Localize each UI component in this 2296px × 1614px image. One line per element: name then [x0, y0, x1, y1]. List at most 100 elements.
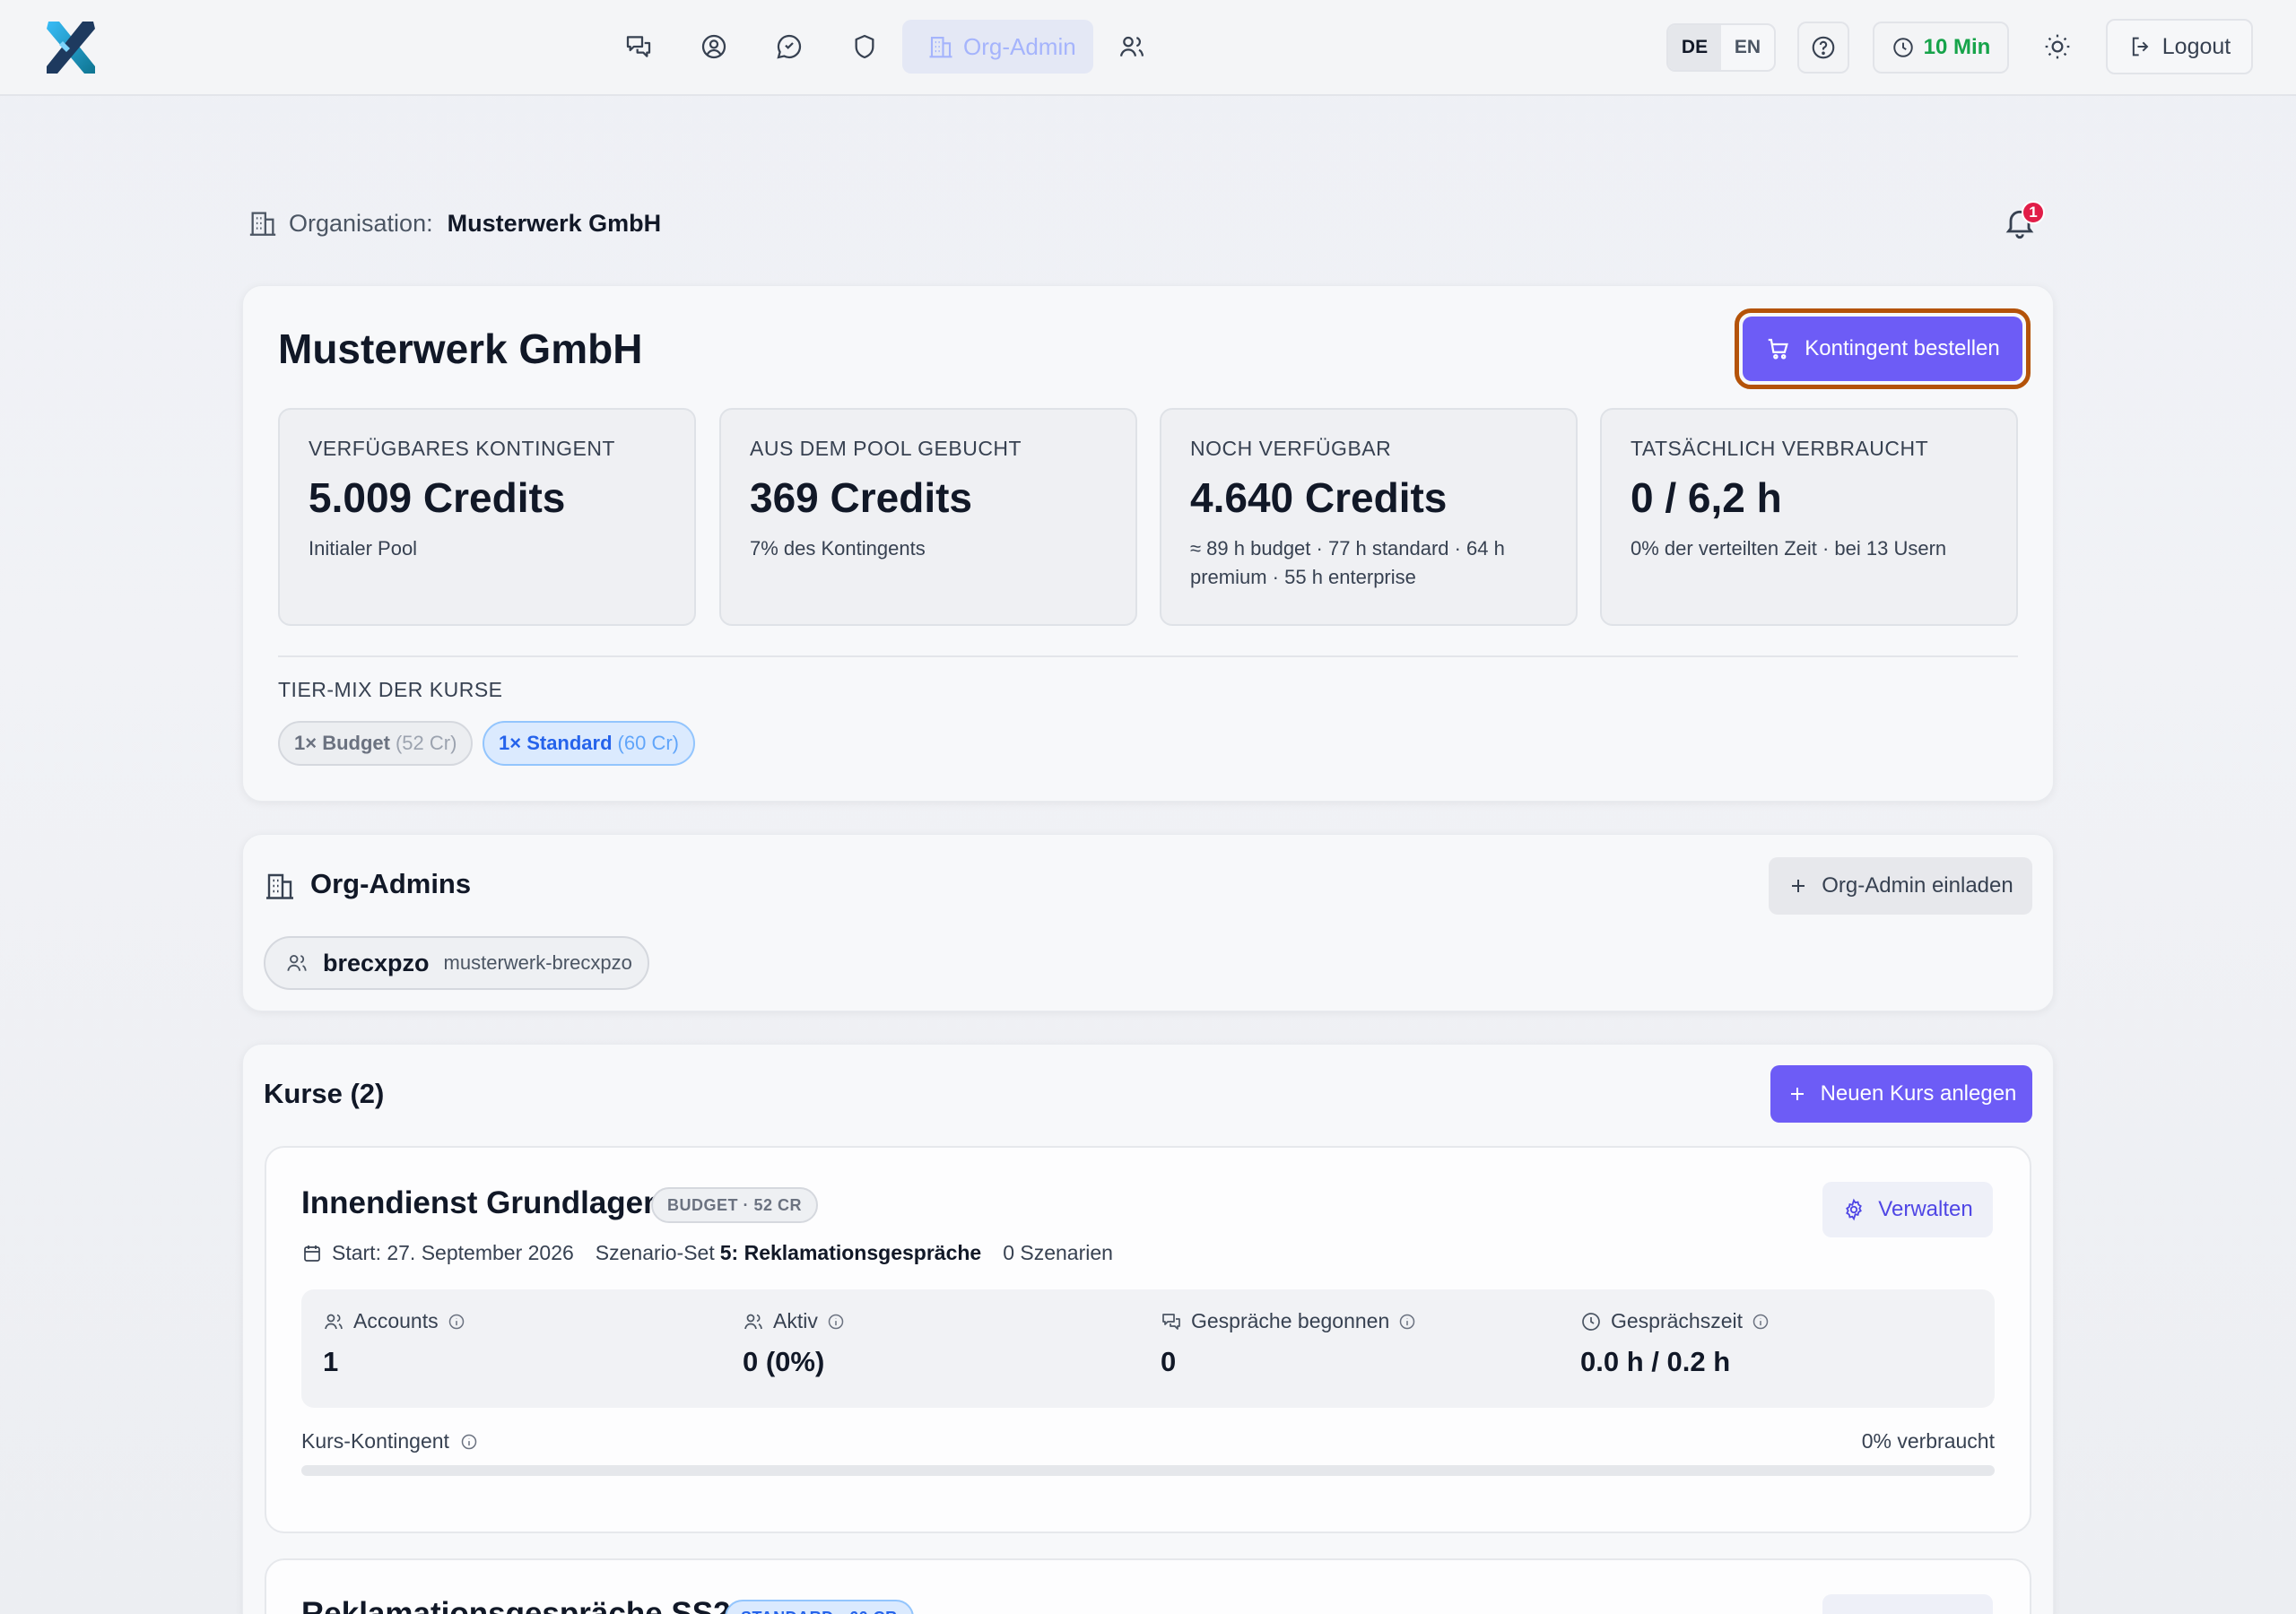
metric-label: Aktiv	[773, 1309, 818, 1332]
metric-label: Gespräche begonnen	[1191, 1309, 1390, 1332]
top-navigation-bar: Org-Admin DE EN 10 Min Logout	[0, 0, 2296, 96]
building-icon	[927, 33, 954, 60]
scenario-set-value: 5: Reklamationsgespräche	[719, 1241, 982, 1264]
order-quota-label: Kontingent bestellen	[1805, 336, 2000, 360]
courses-title-text: Kurse (2)	[264, 1078, 385, 1109]
metric-value: 0 (0%)	[743, 1346, 825, 1377]
stat-label: AUS DEM POOL GEBUCHT	[750, 437, 1022, 460]
info-icon[interactable]	[460, 1433, 478, 1451]
info-icon[interactable]	[1398, 1313, 1416, 1331]
metric-value: 0.0 h / 0.2 h	[1580, 1346, 1731, 1377]
notification-count-badge: 1	[2022, 201, 2045, 224]
invite-org-admin-label: Org-Admin einladen	[1822, 873, 2013, 898]
stat-subtext: 7% des Kontingents	[750, 537, 926, 560]
stat-pool-booked: AUS DEM POOL GEBUCHT 369 Credits 7% des …	[719, 408, 1137, 626]
course-tier-badge: STANDARD · 60 CR	[725, 1600, 914, 1614]
chat-icon[interactable]	[617, 27, 660, 66]
course-quota-used: 0% verbraucht	[1861, 1429, 1995, 1453]
course-tier-badge: BUDGET · 52 CR	[651, 1187, 819, 1223]
course-quota-label: Kurs-Kontingent	[301, 1429, 449, 1453]
tier-pill-standard: 1× Standard (60 Cr)	[483, 721, 695, 766]
focus-ring: Kontingent bestellen	[1735, 308, 2031, 389]
order-quota-button[interactable]: Kontingent bestellen	[1743, 317, 2022, 381]
admin-username: brecxpzo	[323, 949, 430, 976]
summary-title: Musterwerk GmbH	[278, 325, 643, 372]
admin-user-chip[interactable]: brecxpzo musterwerk-brecxpzo	[264, 936, 649, 990]
logout-button[interactable]: Logout	[2106, 19, 2253, 74]
user-circle-icon[interactable]	[692, 27, 735, 66]
language-switch: DE EN	[1666, 23, 1776, 72]
scenario-count: 0 Szenarien	[1003, 1241, 1113, 1264]
plus-icon	[1787, 875, 1809, 897]
metric-value: 0	[1161, 1346, 1177, 1377]
nav-org-admin[interactable]: Org-Admin	[902, 20, 1093, 74]
tier-mix-label: TIER-MIX DER KURSE	[278, 678, 503, 701]
users-icon	[323, 1311, 344, 1332]
tier-pill-credits: (52 Cr)	[395, 732, 457, 754]
timer-value: 10 Min	[1923, 35, 1991, 59]
stat-label: NOCH VERFÜGBAR	[1190, 437, 1392, 460]
stat-value: 5.009 Credits	[309, 474, 566, 521]
admin-login: musterwerk-brecxpzo	[443, 951, 632, 974]
metric-accounts: Accounts 1	[323, 1289, 465, 1378]
new-course-label: Neuen Kurs anlegen	[1820, 1081, 2017, 1106]
gear-icon	[1842, 1198, 1866, 1221]
stat-value: 369 Credits	[750, 474, 973, 521]
divider	[278, 655, 2018, 657]
courses-title: Kurse (2)	[264, 1078, 384, 1110]
metric-value: 1	[323, 1346, 339, 1377]
lang-en[interactable]: EN	[1721, 25, 1774, 70]
course-name: Innendienst Grundlagen	[301, 1185, 663, 1220]
lang-de[interactable]: DE	[1668, 25, 1721, 70]
organisation-name: Musterwerk GmbH	[447, 209, 662, 237]
metric-label: Gesprächszeit	[1611, 1309, 1744, 1332]
chat-icon	[1161, 1311, 1182, 1332]
stat-actually-used: TATSÄCHLICH VERBRAUCHT 0 / 6,2 h 0% der …	[1600, 408, 2018, 626]
scenario-set-label: Szenario-Set	[595, 1241, 715, 1264]
cart-icon	[1765, 335, 1792, 362]
stat-subtext: ≈ 89 h budget · 77 h standard · 64 h pre…	[1190, 537, 1505, 588]
stat-available-quota: VERFÜGBARES KONTINGENT 5.009 Credits Ini…	[278, 408, 696, 626]
tier-pill-main: 1× Budget	[294, 732, 390, 754]
stat-label: TATSÄCHLICH VERBRAUCHT	[1631, 437, 1929, 460]
clock-icon	[1892, 36, 1915, 59]
shield-icon[interactable]	[843, 27, 886, 66]
message-icon[interactable]	[768, 27, 811, 66]
clock-icon	[1580, 1311, 1602, 1332]
info-icon[interactable]	[448, 1313, 465, 1331]
metric-conversation-time: Gesprächszeit 0.0 h / 0.2 h	[1580, 1289, 1770, 1378]
invite-org-admin-button[interactable]: Org-Admin einladen	[1769, 857, 2032, 915]
stat-subtext: Initialer Pool	[309, 537, 418, 560]
plus-icon	[1787, 1083, 1808, 1105]
stat-value: 0 / 6,2 h	[1631, 474, 1782, 521]
course-metrics: Accounts 1 Aktiv 0 (0%) Gespräche begonn…	[301, 1289, 1995, 1408]
theme-toggle-sun-icon[interactable]	[2036, 27, 2079, 66]
metric-label: Accounts	[353, 1309, 439, 1332]
users-icon[interactable]	[1110, 27, 1153, 66]
help-button[interactable]	[1797, 22, 1849, 74]
stat-value: 4.640 Credits	[1190, 474, 1448, 521]
session-timer[interactable]: 10 Min	[1873, 22, 2009, 74]
stat-still-available: NOCH VERFÜGBAR 4.640 Credits ≈ 89 h budg…	[1160, 408, 1578, 626]
app-logo[interactable]	[39, 16, 102, 79]
building-icon	[264, 870, 296, 902]
stat-subtext: 0% der verteilten Zeit · bei 13 Usern	[1631, 537, 1947, 560]
user-icon	[285, 951, 309, 975]
building-icon	[248, 208, 278, 239]
organisation-label: Organisation:	[289, 209, 433, 237]
nav-org-admin-label: Org-Admin	[963, 32, 1076, 60]
tier-pill-budget: 1× Budget (52 Cr)	[278, 721, 474, 766]
tier-pill-main: 1× Standard	[499, 732, 613, 754]
new-course-button[interactable]: Neuen Kurs anlegen	[1770, 1065, 2032, 1123]
manage-course-button[interactable]	[1822, 1594, 1993, 1614]
course-quota-label-row: Kurs-Kontingent	[301, 1429, 478, 1453]
tier-pill-credits: (60 Cr)	[617, 732, 679, 754]
info-icon[interactable]	[1752, 1313, 1770, 1331]
course-meta: Start: 27. September 2026 Szenario-Set 5…	[301, 1241, 1113, 1265]
info-icon[interactable]	[827, 1313, 845, 1331]
stat-label: VERFÜGBARES KONTINGENT	[309, 437, 615, 460]
metric-conversations-started: Gespräche begonnen 0	[1161, 1289, 1416, 1378]
manage-course-button[interactable]: Verwalten	[1822, 1182, 1993, 1237]
organisation-breadcrumb: Organisation: Musterwerk GmbH	[248, 208, 661, 239]
logout-icon	[2128, 34, 2153, 59]
